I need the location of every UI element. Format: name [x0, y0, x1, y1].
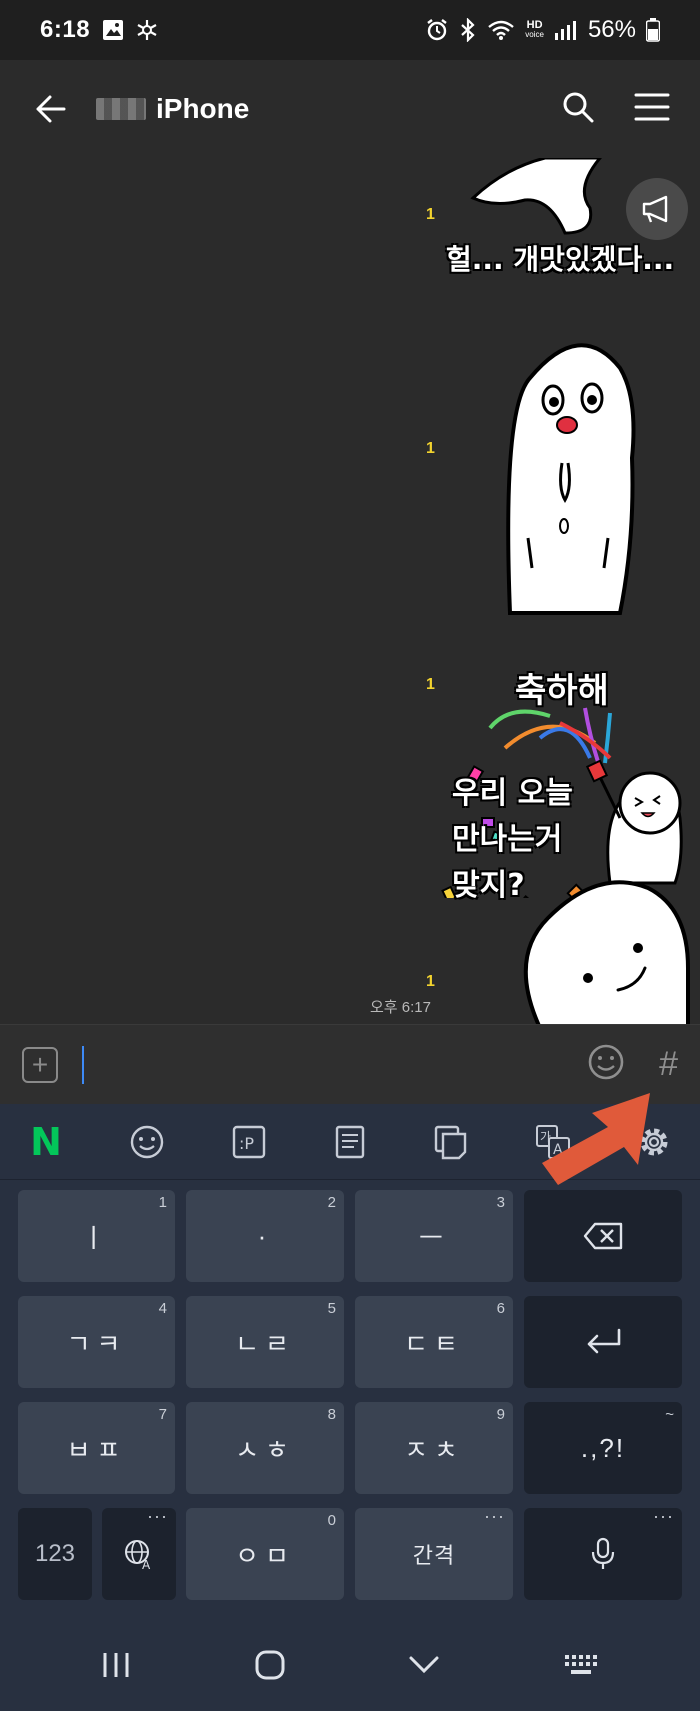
chat-title: iPhone: [156, 93, 250, 124]
enter-icon: [587, 1328, 621, 1354]
battery-icon: [646, 18, 660, 42]
key-j-ch[interactable]: ㅈㅊ 9: [355, 1402, 513, 1494]
keyboard: N :P 가A ㅣ1 · 2 ㅡ3 ㄱㅋ 4 ㄴㄹ 5 ㄷㅌ 6 ㅂㅍ 7 ㅅㅎ…: [0, 1104, 700, 1711]
backspace-icon: [583, 1222, 623, 1250]
search-icon[interactable]: [562, 91, 594, 128]
svg-text:A: A: [142, 1558, 155, 1570]
memo-icon[interactable]: [328, 1120, 372, 1164]
read-count: 1: [426, 973, 435, 990]
punctuation-key[interactable]: .,?! ~: [524, 1402, 682, 1494]
hd-voice-icon: HD voice: [525, 19, 544, 40]
number-mode-key[interactable]: 123: [18, 1508, 92, 1600]
backspace-key[interactable]: [524, 1190, 682, 1282]
battery-text: 56%: [587, 16, 636, 43]
navigation-bar: [0, 1624, 700, 1711]
key-dot[interactable]: · 2: [186, 1190, 344, 1282]
globe-icon: A: [125, 1540, 155, 1570]
key-i[interactable]: ㅣ1: [18, 1190, 175, 1282]
key-b-p[interactable]: ㅂㅍ 7: [18, 1402, 175, 1494]
read-count: 1: [426, 206, 435, 223]
sticker-4[interactable]: 우리 오늘 만나는거 맞지?: [448, 768, 700, 1024]
space-key[interactable]: 간격 ···: [355, 1506, 513, 1600]
recents-icon[interactable]: [101, 1650, 131, 1685]
chat-area[interactable]: 1 헐... 개맛있겠다... 1 축하해 1 우리 오늘 만나는거 맞지? 1…: [0, 158, 700, 1024]
message-input[interactable]: [82, 1045, 84, 1084]
megaphone-icon[interactable]: [626, 178, 688, 240]
keyboard-switch-icon[interactable]: [563, 1653, 599, 1682]
screen: 6:18 HD voice 56% iPhone 1 헐... 개맛있겠다...…: [0, 0, 700, 1711]
key-g-k[interactable]: ㄱㅋ 4: [18, 1296, 175, 1388]
key-eu[interactable]: ㅡ3: [355, 1190, 513, 1282]
sticker-1[interactable]: [465, 158, 605, 238]
bluetooth-icon: [459, 18, 477, 42]
wifi-icon: [487, 19, 515, 41]
clock: 6:18: [40, 16, 91, 43]
read-count: 1: [426, 440, 435, 457]
back-down-icon[interactable]: [408, 1654, 440, 1681]
back-arrow-icon[interactable]: [30, 89, 70, 129]
svg-text::P: :P: [239, 1134, 254, 1153]
key-d-t[interactable]: ㄷㅌ 6: [355, 1296, 513, 1388]
status-bar: 6:18 HD voice 56%: [0, 0, 700, 60]
microphone-icon: [591, 1537, 615, 1569]
blurred-contact-name: [96, 98, 146, 120]
signal-icon: [554, 19, 578, 41]
language-key[interactable]: A ···: [102, 1506, 176, 1600]
smile-icon[interactable]: [125, 1120, 169, 1164]
plus-button[interactable]: +: [22, 1046, 58, 1083]
message-timestamp: 오후 6:17: [370, 999, 431, 1016]
emoticon-icon[interactable]: [587, 1043, 625, 1086]
chat-header: iPhone: [0, 60, 700, 158]
naver-n-icon[interactable]: N: [24, 1120, 68, 1164]
image-icon: [102, 19, 124, 41]
key-n-r[interactable]: ㄴㄹ 5: [186, 1296, 344, 1388]
snowflake-icon: [136, 19, 158, 41]
enter-key[interactable]: [524, 1296, 682, 1388]
alarm-icon: [425, 18, 449, 42]
key-o-m[interactable]: ㅇㅁ 0: [186, 1508, 344, 1600]
hash-button[interactable]: #: [659, 1045, 678, 1084]
p-sticker-icon[interactable]: :P: [227, 1120, 271, 1164]
clipboard-icon[interactable]: [429, 1120, 473, 1164]
read-count: 1: [426, 676, 435, 693]
home-icon[interactable]: [254, 1649, 286, 1686]
mic-key[interactable]: ···: [524, 1506, 682, 1600]
menu-icon[interactable]: [634, 92, 670, 127]
annotation-arrow-icon: [530, 1085, 660, 1190]
key-s-h[interactable]: ㅅㅎ 8: [186, 1402, 344, 1494]
